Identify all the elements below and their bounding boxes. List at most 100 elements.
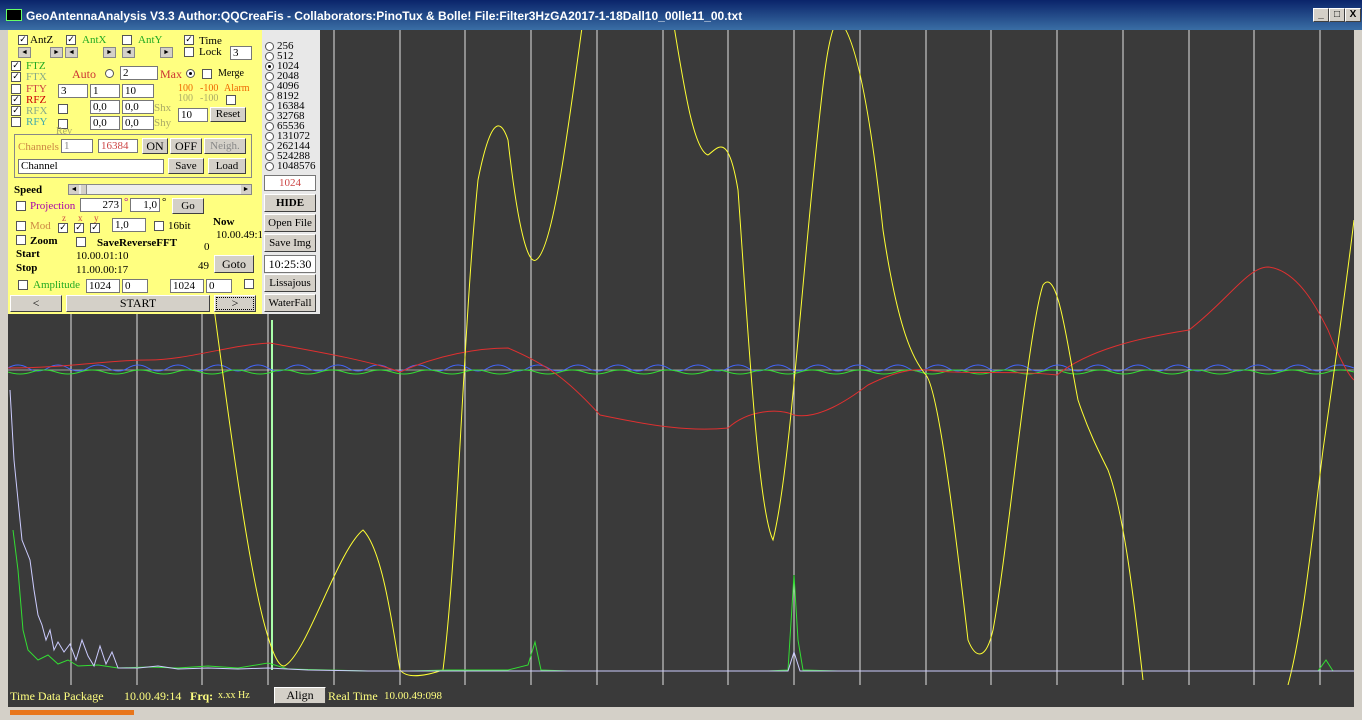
fft-radio-256[interactable] <box>265 42 274 51</box>
channel-name-input[interactable]: Channel <box>18 159 164 174</box>
fft-radio-524288[interactable] <box>265 152 274 161</box>
lock-input[interactable]: 3 <box>230 46 252 60</box>
speed-slider[interactable]: ◄ ► <box>68 184 252 195</box>
save-img-button[interactable]: Save Img <box>264 234 316 252</box>
amplitude-right-checkbox[interactable] <box>244 279 254 289</box>
maximize-button[interactable]: □ <box>1329 8 1345 22</box>
channels-value1-input[interactable]: 1 <box>61 139 93 153</box>
amplitude-v3-input[interactable]: 1024 <box>170 279 204 293</box>
yellow-trace <box>197 30 1354 685</box>
fft-radio-1024[interactable] <box>265 62 274 71</box>
scale-input[interactable]: 2 <box>120 66 158 80</box>
lock-label: Lock <box>199 46 222 58</box>
channels-on-button[interactable]: ON <box>142 138 168 154</box>
open-file-button[interactable]: Open File <box>264 214 316 232</box>
shx2-input[interactable]: 0,0 <box>122 100 154 114</box>
antx-right-arrow[interactable]: ► <box>103 47 116 58</box>
antx-left-arrow[interactable]: ◄ <box>65 47 78 58</box>
save-reverse-checkbox[interactable] <box>76 237 86 247</box>
mod-x-checkbox[interactable]: ✓ <box>74 223 84 233</box>
antz-left-arrow[interactable]: ◄ <box>18 47 31 58</box>
align-button[interactable]: Align <box>274 687 326 704</box>
hide-button[interactable]: HIDE <box>264 194 316 212</box>
projection-checkbox[interactable] <box>16 201 26 211</box>
channels-off-button[interactable]: OFF <box>170 138 202 154</box>
antx-checkbox[interactable]: ✓ <box>66 35 76 45</box>
frq-label: Frq: <box>190 689 214 703</box>
fft-radio-2048[interactable] <box>265 72 274 81</box>
goto-button[interactable]: Goto <box>214 255 254 273</box>
time-checkbox[interactable]: ✓ <box>184 35 194 45</box>
waterfall-button[interactable]: WaterFall <box>264 294 316 312</box>
fft-radio-8192[interactable] <box>265 92 274 101</box>
speed-slider-thumb[interactable] <box>81 185 87 194</box>
fft-radio-65536[interactable] <box>265 122 274 131</box>
shx-checkbox[interactable] <box>58 104 68 114</box>
shx1-input[interactable]: 0,0 <box>90 100 120 114</box>
zoom-checkbox[interactable] <box>16 235 26 245</box>
reset-value-input[interactable]: 10 <box>178 108 208 122</box>
channels-value2-input[interactable]: 16384 <box>98 139 138 153</box>
anty-left-arrow[interactable]: ◄ <box>122 47 135 58</box>
lock-checkbox[interactable] <box>184 47 194 57</box>
param-b-input[interactable]: 1 <box>90 84 120 98</box>
antz-checkbox[interactable]: ✓ <box>18 35 28 45</box>
status-time: 10.00.49:14 <box>124 689 182 703</box>
16bit-checkbox[interactable] <box>154 221 164 231</box>
mod-checkbox[interactable] <box>16 221 26 231</box>
16bit-label: 16bit <box>168 220 191 232</box>
channel-load-button[interactable]: Load <box>208 158 246 174</box>
amplitude-v1-input[interactable]: 1024 <box>86 279 120 293</box>
amplitude-checkbox[interactable] <box>18 280 28 290</box>
fft-radio-1048576[interactable] <box>265 162 274 171</box>
fft-radio-16384[interactable] <box>265 102 274 111</box>
neigh-button[interactable]: Neigh. <box>204 138 246 154</box>
speed-label: Speed <box>14 184 43 196</box>
minimize-button[interactable]: _ <box>1313 8 1329 22</box>
alarm-checkbox[interactable] <box>226 95 236 105</box>
goto-value: 49 <box>198 260 209 272</box>
fty-checkbox[interactable] <box>11 84 21 94</box>
amplitude-v4-input[interactable]: 0 <box>206 279 232 293</box>
next-button[interactable]: > <box>214 295 256 312</box>
speed-left-arrow[interactable]: ◄ <box>69 185 79 194</box>
zoom-label: Zoom <box>30 235 58 247</box>
fft-radio-512[interactable] <box>265 52 274 61</box>
param-a-input[interactable]: 3 <box>58 84 88 98</box>
mod-z-checkbox[interactable]: ✓ <box>58 223 68 233</box>
rfz-checkbox[interactable]: ✓ <box>11 95 21 105</box>
amplitude-v2-input[interactable]: 0 <box>122 279 148 293</box>
ftx-checkbox[interactable]: ✓ <box>11 72 21 82</box>
param-c-input[interactable]: 10 <box>122 84 154 98</box>
anty-right-arrow[interactable]: ► <box>160 47 173 58</box>
anty-checkbox[interactable] <box>122 35 132 45</box>
close-button[interactable]: X <box>1345 8 1361 22</box>
channel-save-button[interactable]: Save <box>168 158 204 174</box>
projection-go-button[interactable]: Go <box>172 198 204 214</box>
auto-radio[interactable] <box>105 69 114 78</box>
rfy-checkbox[interactable] <box>11 117 21 127</box>
fft-radio-4096[interactable] <box>265 82 274 91</box>
projection-value2-input[interactable]: 1,0 <box>130 198 160 212</box>
time-display[interactable]: 10:25:30 <box>264 255 316 273</box>
fft-radio-131072[interactable] <box>265 132 274 141</box>
max-radio[interactable] <box>186 69 195 78</box>
lissajous-button[interactable]: Lissajous <box>264 274 316 292</box>
antz-right-arrow[interactable]: ► <box>50 47 63 58</box>
prev-button[interactable]: < <box>10 295 62 312</box>
mod-y-checkbox[interactable]: ✓ <box>90 223 100 233</box>
reset-button[interactable]: Reset <box>210 107 246 122</box>
rfx-checkbox[interactable]: ✓ <box>11 106 21 116</box>
ftz-checkbox[interactable]: ✓ <box>11 61 21 71</box>
projection-input[interactable]: 273 <box>80 198 122 212</box>
mod-value-input[interactable]: 1,0 <box>112 218 146 232</box>
alarm-lo2-label: -100 <box>200 93 219 104</box>
rfy-label: RFY <box>26 116 48 128</box>
merge-checkbox[interactable] <box>202 69 212 79</box>
start-button[interactable]: START <box>66 295 210 312</box>
fft-radio-262144[interactable] <box>265 142 274 151</box>
shy1-input[interactable]: 0,0 <box>90 116 120 130</box>
shy2-input[interactable]: 0,0 <box>122 116 154 130</box>
fft-radio-32768[interactable] <box>265 112 274 121</box>
speed-right-arrow[interactable]: ► <box>241 185 251 194</box>
